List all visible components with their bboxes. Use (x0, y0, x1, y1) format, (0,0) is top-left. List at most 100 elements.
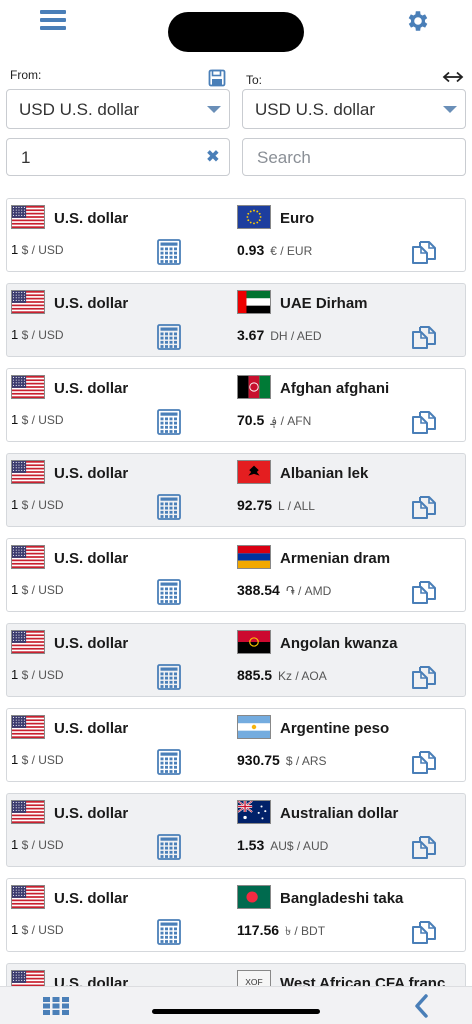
calculator-icon[interactable] (157, 324, 181, 350)
amount-input[interactable]: 1 ✖ (6, 138, 230, 176)
al-flag-icon (237, 460, 271, 484)
copy-icon[interactable] (410, 324, 438, 352)
from-currency-name: U.S. dollar (54, 380, 129, 397)
calculator-icon[interactable] (157, 834, 181, 860)
to-currency-name: Albanian lek (280, 465, 369, 482)
to-amount-unit: € / EUR (270, 244, 313, 258)
us-flag-icon (11, 885, 45, 909)
us-flag-icon (11, 205, 45, 229)
copy-icon[interactable] (410, 919, 438, 947)
to-currency-name: Euro (280, 210, 315, 227)
from-currency-name: U.S. dollar (54, 635, 129, 652)
to-currency-name: Armenian dram (280, 550, 391, 567)
flag-label: XOF (245, 977, 262, 986)
from-amount: 1 $ / USD (11, 242, 64, 257)
camera-island (168, 12, 304, 52)
amount-value: 1 (21, 148, 31, 167)
swap-arrows-icon[interactable] (442, 70, 464, 84)
to-currency-name: Australian dollar (280, 805, 399, 822)
chevron-down-icon (207, 106, 221, 113)
to-currency-name: Afghan afghani (280, 380, 390, 397)
to-amount-unit: L / ALL (278, 499, 315, 513)
conversion-row[interactable]: U.S. dollar 1 $ / USD UAE Dirham 3.67 DH … (6, 283, 466, 357)
calculator-icon[interactable] (157, 749, 181, 775)
hamburger-menu-icon[interactable] (40, 10, 66, 30)
to-amount: 117.56 ৳ / BDT (237, 922, 325, 943)
calculator-icon[interactable] (157, 919, 181, 945)
calculator-icon[interactable] (157, 664, 181, 690)
to-amount: 388.54 ֏ / AMD (237, 582, 331, 599)
gear-icon[interactable] (405, 8, 431, 34)
us-flag-icon (11, 290, 45, 314)
conversion-list[interactable]: U.S. dollar 1 $ / USD Euro 0.93 € / EUR U… (6, 198, 466, 986)
conversion-row[interactable]: U.S. dollar 1 $ / USD Angolan kwanza 885… (6, 623, 466, 697)
clear-icon[interactable]: ✖ (206, 148, 220, 165)
to-currency-name: Bangladeshi taka (280, 890, 404, 907)
from-amount-unit: $ / USD (21, 328, 64, 342)
to-label: To: (246, 73, 263, 87)
search-input[interactable]: Search (242, 138, 466, 176)
to-amount-number: 70.5 (237, 412, 265, 428)
from-currency-name: U.S. dollar (54, 805, 129, 822)
search-placeholder: Search (257, 148, 311, 167)
conversion-row[interactable]: U.S. dollar XOF West African CFA franc (6, 963, 466, 986)
to-currency-select[interactable]: USD U.S. dollar (242, 89, 466, 129)
to-amount-number: 388.54 (237, 582, 280, 598)
conversion-row[interactable]: U.S. dollar 1 $ / USD Bangladeshi taka 1… (6, 878, 466, 952)
from-amount-unit: $ / USD (21, 923, 64, 937)
bd-flag-icon (237, 885, 271, 909)
from-amount-number: 1 (11, 242, 19, 257)
from-amount: 1 $ / USD (11, 327, 64, 342)
from-amount-unit: $ / USD (21, 753, 64, 767)
copy-icon[interactable] (410, 749, 438, 777)
conversion-row[interactable]: U.S. dollar 1 $ / USD Euro 0.93 € / EUR (6, 198, 466, 272)
to-amount: 3.67 DH / AED (237, 327, 322, 343)
conversion-row[interactable]: U.S. dollar 1 $ / USD Albanian lek 92.75… (6, 453, 466, 527)
calculator-icon[interactable] (157, 494, 181, 520)
to-currency-name: Angolan kwanza (280, 635, 398, 652)
us-flag-icon (11, 375, 45, 399)
to-amount-unit: Kz / AOA (278, 669, 327, 683)
from-currency-name: U.S. dollar (54, 210, 129, 227)
save-icon[interactable] (208, 69, 226, 87)
to-amount: 885.5 Kz / AOA (237, 667, 327, 683)
calculator-icon[interactable] (157, 409, 181, 435)
to-currency-name: UAE Dirham (280, 295, 368, 312)
grid-icon[interactable] (43, 997, 69, 1015)
to-amount: 0.93 € / EUR (237, 242, 312, 258)
copy-icon[interactable] (410, 664, 438, 692)
from-amount-number: 1 (11, 582, 19, 597)
conversion-row[interactable]: U.S. dollar 1 $ / USD Armenian dram 388.… (6, 538, 466, 612)
from-amount-number: 1 (11, 412, 19, 427)
us-flag-icon (11, 460, 45, 484)
chevron-left-icon[interactable] (413, 994, 429, 1018)
conversion-row[interactable]: U.S. dollar 1 $ / USD Afghan afghani 70.… (6, 368, 466, 442)
copy-icon[interactable] (410, 239, 438, 267)
au-flag-icon (237, 800, 271, 824)
to-amount: 930.75 $ / ARS (237, 752, 327, 768)
copy-icon[interactable] (410, 409, 438, 437)
from-amount-number: 1 (11, 752, 19, 767)
xof-flag-icon: XOF (237, 970, 271, 986)
from-amount-unit: $ / USD (21, 668, 64, 682)
copy-icon[interactable] (410, 579, 438, 607)
calculator-icon[interactable] (157, 579, 181, 605)
to-amount-number: 1.53 (237, 837, 265, 853)
copy-icon[interactable] (410, 834, 438, 862)
to-currency-value: USD U.S. dollar (255, 100, 375, 119)
conversion-row[interactable]: U.S. dollar 1 $ / USD Argentine peso 930… (6, 708, 466, 782)
to-currency-name: Argentine peso (280, 720, 390, 737)
from-amount-number: 1 (11, 667, 19, 682)
to-amount-unit: ؋ / AFN (270, 414, 312, 428)
from-currency-select[interactable]: USD U.S. dollar (6, 89, 230, 129)
bottom-toolbar (0, 986, 472, 1024)
copy-icon[interactable] (410, 494, 438, 522)
calculator-icon[interactable] (157, 239, 181, 265)
from-amount-unit: $ / USD (21, 838, 64, 852)
home-indicator (152, 1009, 320, 1014)
eu-flag-icon (237, 205, 271, 229)
to-amount: 70.5 ؋ / AFN (237, 412, 311, 428)
from-currency-name: U.S. dollar (54, 975, 129, 986)
conversion-row[interactable]: U.S. dollar 1 $ / USD Australian dollar … (6, 793, 466, 867)
to-amount-unit: ৳ / BDT (285, 924, 326, 938)
